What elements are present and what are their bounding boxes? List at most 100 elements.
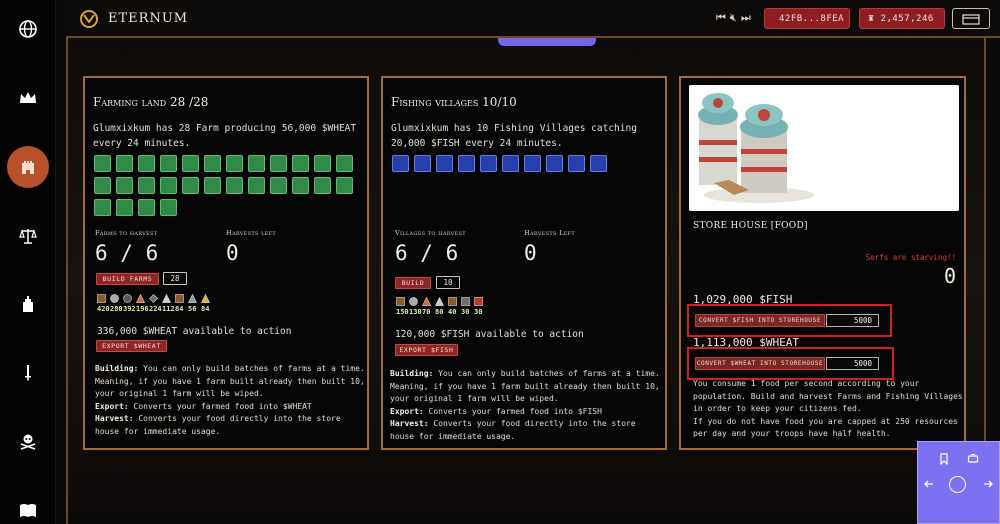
farm-tile [226, 155, 243, 172]
farms-to-harvest-label: Farms to harvest [95, 229, 158, 237]
silo-illustration [698, 93, 814, 203]
sidebar-item-raids[interactable] [8, 421, 48, 461]
resource-cost-value: 130 [409, 308, 422, 316]
convert-fish-input[interactable]: 5000 [826, 314, 879, 327]
farm-tile [336, 155, 353, 172]
farm-tile [182, 177, 199, 194]
scales-icon [19, 229, 37, 244]
music-controls: ⏮ 🔇︎ ⏭ [716, 11, 751, 25]
sidebar-item-kingdom[interactable] [8, 78, 48, 118]
resource-icon [188, 294, 197, 303]
sidebar-item-docs[interactable] [8, 490, 48, 524]
fish-available: 120,000 $FISH available to action [395, 329, 584, 340]
lords-icon: ♜ [868, 13, 875, 24]
fish-grid [392, 155, 651, 172]
starving-warning: Serfs are starving!! [865, 253, 956, 262]
sidebar-item-military[interactable] [8, 353, 48, 393]
fishing-village-tile [458, 155, 475, 172]
sidebar-item-market[interactable] [8, 216, 48, 256]
previous-track-icon[interactable]: ⏮ [716, 11, 726, 25]
farm-tile [94, 199, 111, 216]
farm-tile [270, 155, 287, 172]
sidebar-item-world[interactable] [8, 9, 48, 49]
bookmark-icon[interactable] [938, 453, 950, 465]
sidebar-item-castle[interactable] [7, 146, 49, 188]
resource-icon [409, 297, 418, 306]
resource-cost-value: 392 [123, 305, 136, 313]
chest-icon [962, 13, 980, 25]
top-bar: ETERNUM ⏮ 🔇︎ ⏭ 42FB...8FEA ♜ 2,457,246 [66, 0, 1000, 38]
resource-cost-value: 224 [149, 305, 162, 313]
storehouse-panel: STORE HOUSE [FOOD] Serfs are starving!! … [679, 76, 966, 450]
fishing-village-tile [590, 155, 607, 172]
farm-tile [116, 155, 133, 172]
resource-cost-value: 30 [461, 308, 470, 316]
build-villages-button[interactable]: BUILD [395, 277, 431, 289]
resource-icon [123, 294, 132, 303]
farm-cost-values: 420 280 392 196 224 112 84 56 84 [97, 305, 210, 313]
navigation-widget[interactable] [917, 441, 1000, 524]
farm-tile [138, 177, 155, 194]
farm-tile [116, 177, 133, 194]
skull-crossbones-icon [20, 434, 36, 450]
storehouse-title: STORE HOUSE [FOOD] [693, 221, 808, 231]
farm-tile [336, 177, 353, 194]
mute-icon[interactable]: 🔇︎ [730, 11, 737, 25]
farm-tile [116, 199, 133, 216]
convert-fish-group: CONVERT $FISH INTO STOREHOUSE 5000 [687, 304, 892, 337]
help-harvest-label: Harvest: [95, 414, 134, 423]
resource-icon [422, 297, 431, 306]
resource-cost-value: 40 [448, 308, 457, 316]
fishing-village-tile [436, 155, 453, 172]
wallet-address-button[interactable]: 42FB...8FEA [764, 8, 850, 29]
book-icon [20, 504, 36, 517]
build-villages-quantity[interactable]: 10 [436, 276, 460, 289]
center-button[interactable] [949, 476, 966, 493]
convert-fish-button[interactable]: CONVERT $FISH INTO STOREHOUSE [695, 314, 825, 327]
convert-wheat-input[interactable]: 5000 [826, 357, 879, 370]
farm-tile [204, 155, 221, 172]
village-cost-icons [396, 297, 483, 306]
storehouse-info: You consume 1 food per second according … [693, 378, 963, 441]
help-export-text: Converts your farmed food into $WHEAT [128, 401, 312, 411]
lords-balance: 2,457,246 [880, 13, 934, 24]
convert-wheat-button[interactable]: CONVERT $WHEAT INTO STOREHOUSE [695, 357, 825, 370]
farm-tile [292, 177, 309, 194]
resource-icon [201, 294, 210, 303]
resource-icon [175, 294, 184, 303]
villages-to-harvest-value: 6 / 6 [395, 241, 459, 265]
farm-cost-icons [97, 294, 210, 303]
farming-help: Building: You can only build batches of … [95, 363, 365, 438]
resource-cost-value: 56 [188, 305, 197, 313]
resource-cost-value: 84 [175, 305, 184, 313]
storehouse-info-text-2: If you do not have food you are capped a… [693, 416, 958, 439]
fishing-title: Fishing villages 10/10 [391, 95, 517, 109]
export-fish-button[interactable]: EXPORT $FISH [395, 344, 458, 356]
build-farms-quantity[interactable]: 28 [163, 272, 187, 285]
farm-tile [204, 177, 221, 194]
harvests-left-value: 0 [226, 241, 239, 265]
resource-icon [110, 294, 119, 303]
inventory-button[interactable] [952, 8, 990, 29]
farm-tile [270, 177, 287, 194]
farm-grid [94, 155, 353, 216]
fishing-village-tile [414, 155, 431, 172]
resource-cost-value: 150 [396, 308, 409, 316]
sword-icon [25, 365, 31, 381]
sidebar-item-buildings[interactable] [8, 284, 48, 324]
arrow-left-icon[interactable] [923, 478, 935, 490]
chat-icon[interactable] [967, 453, 979, 465]
fish-help-export-label: Export: [390, 406, 424, 416]
farm-tile [292, 155, 309, 172]
crown-icon [20, 92, 36, 103]
next-track-icon[interactable]: ⏭ [741, 11, 751, 25]
drawer-handle[interactable] [498, 38, 596, 46]
farm-tile [94, 177, 111, 194]
resource-icon [162, 294, 171, 303]
fish-help-building-label: Building: [390, 369, 434, 378]
build-farms-button[interactable]: BUILD FARMS [96, 273, 159, 285]
farm-tile [138, 199, 155, 216]
lords-balance-button[interactable]: ♜ 2,457,246 [859, 8, 945, 29]
export-wheat-button[interactable]: EXPORT $WHEAT [96, 340, 167, 352]
arrow-right-icon[interactable] [982, 478, 994, 490]
